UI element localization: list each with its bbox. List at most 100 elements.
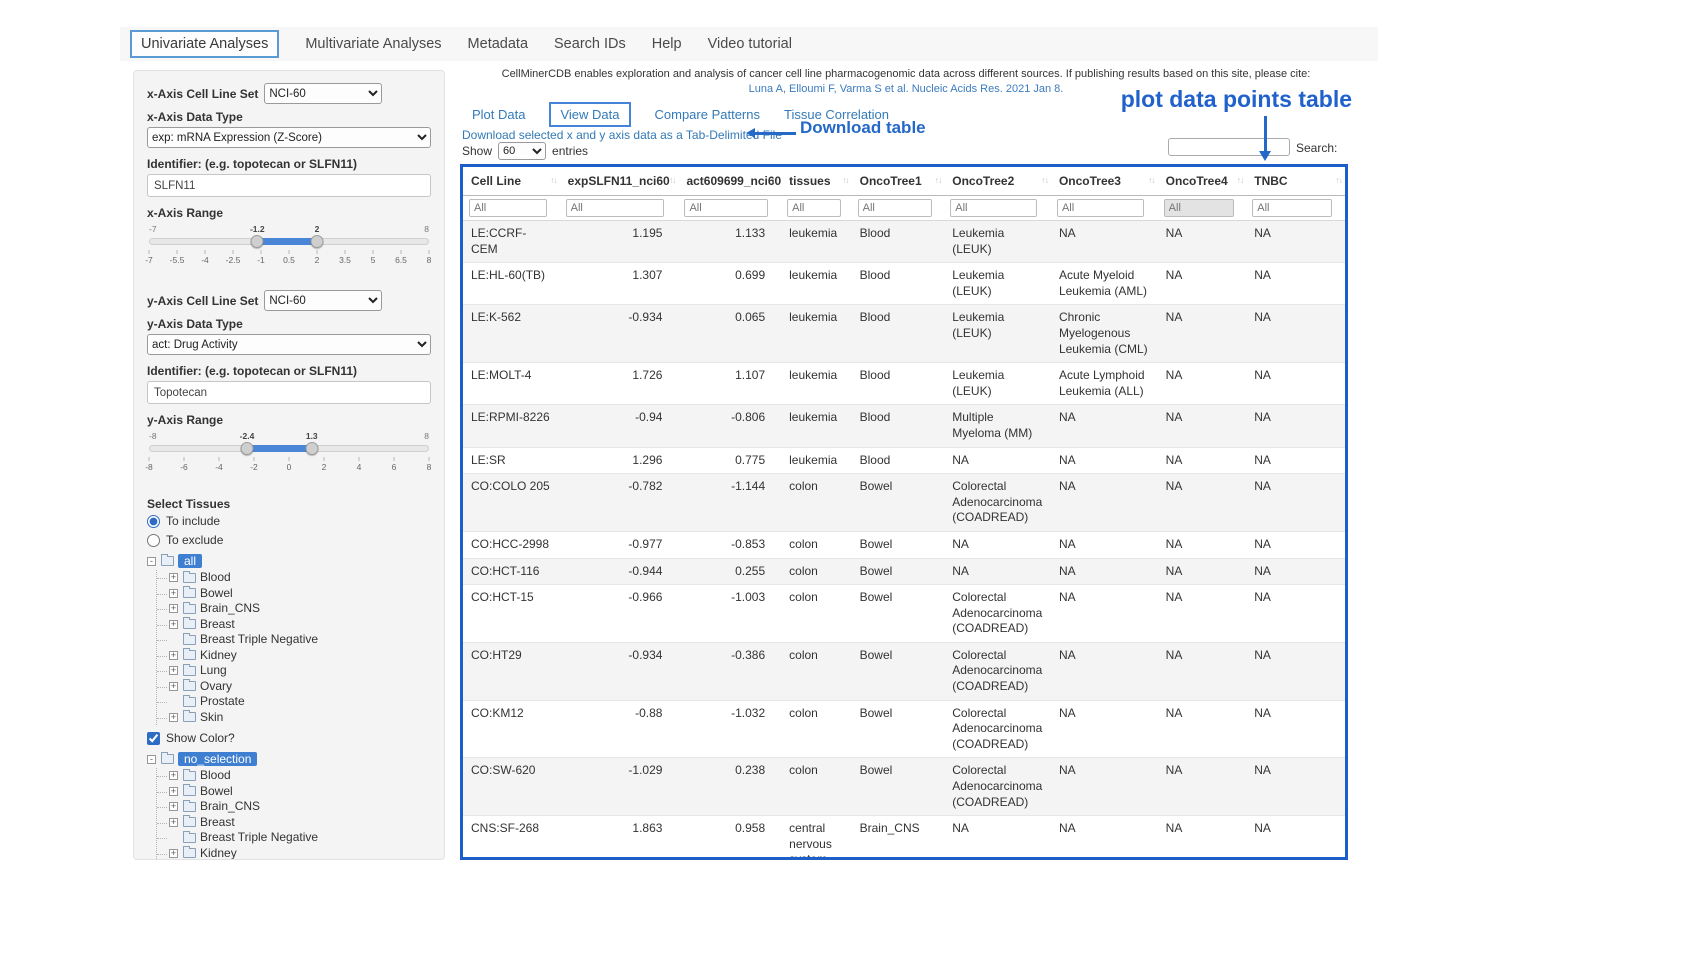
table-row[interactable]: CO:COLO 205-0.782-1.144colonBowelColorec…	[463, 474, 1345, 532]
x-axis-range-slider[interactable]: -7 8 -1.2 2 -7-5.5-4-2.5-10.523.556.58	[149, 224, 429, 280]
tree-item-brain-cns[interactable]: +Brain_CNS	[157, 799, 431, 815]
expand-icon[interactable]: +	[169, 713, 178, 722]
radio-to-exclude[interactable]: To exclude	[147, 533, 431, 547]
column-header-cell-line[interactable]: Cell Line↑↓	[463, 167, 560, 196]
tree-item-bowel[interactable]: +Bowel	[157, 586, 431, 602]
expand-icon[interactable]: +	[169, 802, 178, 811]
tree-root-label[interactable]: no_selection	[178, 752, 257, 766]
table-search-input[interactable]	[1168, 138, 1290, 156]
sort-icon[interactable]: ↑↓	[550, 175, 557, 185]
x-cell-line-set-select[interactable]: NCI-60	[264, 83, 382, 104]
tree-item-skin[interactable]: +Skin	[157, 710, 431, 726]
tree-item-breast-triple-negative[interactable]: Breast Triple Negative	[157, 632, 431, 648]
expand-icon[interactable]: +	[169, 849, 178, 858]
tree-item-breast[interactable]: +Breast	[157, 617, 431, 633]
tree-item-lung[interactable]: +Lung	[157, 663, 431, 679]
slider-handle-right[interactable]	[310, 235, 323, 248]
entries-count-select[interactable]: 60	[498, 142, 546, 160]
filter-input-tnbc[interactable]	[1252, 199, 1332, 217]
nav-tab-search-ids[interactable]: Search IDs	[554, 36, 626, 52]
column-header-oncotree2[interactable]: OncoTree2↑↓	[944, 167, 1051, 196]
y-axis-range-slider[interactable]: -8 8 -2.4 1.3 -8-6-4-202468	[149, 431, 429, 487]
filter-input-oncotree1[interactable]	[858, 199, 932, 217]
table-row[interactable]: LE:HL-60(TB)1.3070.699leukemiaBloodLeuke…	[463, 263, 1345, 305]
sort-icon[interactable]: ↑↓	[842, 175, 849, 185]
filter-input-cell-line[interactable]	[469, 199, 547, 217]
slider-handle-right[interactable]	[305, 442, 318, 455]
table-row[interactable]: CO:HT29-0.934-0.386colonBowelColorectal …	[463, 642, 1345, 700]
y-identifier-input[interactable]	[147, 381, 431, 404]
nav-tab-video-tutorial[interactable]: Video tutorial	[708, 36, 792, 52]
sort-icon[interactable]: ↑↓	[935, 175, 942, 185]
to-exclude-radio[interactable]	[147, 534, 160, 547]
column-header-tnbc[interactable]: TNBC↑↓	[1246, 167, 1345, 196]
collapse-icon[interactable]: -	[147, 755, 156, 764]
expand-icon[interactable]: +	[169, 589, 178, 598]
table-row[interactable]: LE:RPMI-8226-0.94-0.806leukemiaBloodMult…	[463, 405, 1345, 447]
column-header-oncotree1[interactable]: OncoTree1↑↓	[852, 167, 945, 196]
radio-to-include[interactable]: To include	[147, 514, 431, 528]
y-cell-line-set-select[interactable]: NCI-60	[264, 290, 382, 311]
filter-input-expslfn11-nci60[interactable]	[566, 199, 664, 217]
table-row[interactable]: CO:HCT-15-0.966-1.003colonBowelColorecta…	[463, 585, 1345, 643]
sort-icon[interactable]: ↑↓	[669, 175, 676, 185]
tree-item-kidney[interactable]: +Kidney	[157, 846, 431, 861]
sort-icon[interactable]: ↑↓	[1041, 175, 1048, 185]
tree-item-blood[interactable]: +Blood	[157, 768, 431, 784]
expand-icon[interactable]: +	[169, 682, 178, 691]
x-identifier-input[interactable]	[147, 174, 431, 197]
expand-icon[interactable]: +	[169, 604, 178, 613]
filter-input-tissues[interactable]	[787, 199, 841, 217]
filter-input-oncotree3[interactable]	[1057, 199, 1144, 217]
tab-plot-data[interactable]: Plot Data	[472, 107, 525, 122]
filter-input-act609699-nci60[interactable]	[684, 199, 767, 217]
nav-tab-univariate-analyses[interactable]: Univariate Analyses	[130, 30, 279, 58]
table-row[interactable]: CO:HCC-2998-0.977-0.853colonBowelNANANAN…	[463, 531, 1345, 558]
tree-item-kidney[interactable]: +Kidney	[157, 648, 431, 664]
tree-item-prostate[interactable]: Prostate	[157, 694, 431, 710]
slider-handle-left[interactable]	[251, 235, 264, 248]
expand-icon[interactable]: +	[169, 818, 178, 827]
table-row[interactable]: CO:SW-620-1.0290.238colonBowelColorectal…	[463, 758, 1345, 816]
sort-icon[interactable]: ↑↓	[1237, 175, 1244, 185]
slider-selected-bar[interactable]	[247, 445, 311, 452]
expand-icon[interactable]: +	[169, 651, 178, 660]
slider-handle-left[interactable]	[241, 442, 254, 455]
show-color-checkbox[interactable]	[147, 732, 160, 745]
tree-item-bowel[interactable]: +Bowel	[157, 784, 431, 800]
sort-icon[interactable]: ↑↓	[1148, 175, 1155, 185]
column-header-act609699-nci60[interactable]: act609699_nci60↑↓	[678, 167, 781, 196]
nav-tab-multivariate-analyses[interactable]: Multivariate Analyses	[305, 36, 441, 52]
tab-compare-patterns[interactable]: Compare Patterns	[655, 107, 761, 122]
expand-icon[interactable]: +	[169, 771, 178, 780]
sort-icon[interactable]: ↑↓	[1336, 175, 1343, 185]
x-data-type-select[interactable]: exp: mRNA Expression (Z-Score)	[147, 127, 431, 148]
table-row[interactable]: LE:CCRF-CEM1.1951.133leukemiaBloodLeukem…	[463, 221, 1345, 263]
expand-icon[interactable]: +	[169, 620, 178, 629]
table-row[interactable]: CNS:SF-2681.8630.958central nervous syst…	[463, 816, 1345, 860]
column-header-tissues[interactable]: tissues↑↓	[781, 167, 851, 196]
column-header-oncotree4[interactable]: OncoTree4↑↓	[1158, 167, 1247, 196]
nav-tab-help[interactable]: Help	[652, 36, 682, 52]
table-row[interactable]: CO:KM12-0.88-1.032colonBowelColorectal A…	[463, 700, 1345, 758]
table-row[interactable]: LE:SR1.2960.775leukemiaBloodNANANANA	[463, 447, 1345, 474]
nav-tab-metadata[interactable]: Metadata	[468, 36, 528, 52]
show-color-row[interactable]: Show Color?	[147, 731, 431, 745]
tree-item-breast[interactable]: +Breast	[157, 815, 431, 831]
filter-input-oncotree4[interactable]	[1164, 199, 1234, 217]
column-header-oncotree3[interactable]: OncoTree3↑↓	[1051, 167, 1158, 196]
table-row[interactable]: LE:MOLT-41.7261.107leukemiaBloodLeukemia…	[463, 363, 1345, 405]
to-include-radio[interactable]	[147, 515, 160, 528]
table-row[interactable]: CO:HCT-116-0.9440.255colonBowelNANANANA	[463, 558, 1345, 585]
tree-item-blood[interactable]: +Blood	[157, 570, 431, 586]
filter-input-oncotree2[interactable]	[950, 199, 1037, 217]
tree-item-ovary[interactable]: +Ovary	[157, 679, 431, 695]
download-tab-delimited-link[interactable]: Download selected x and y axis data as a…	[462, 128, 782, 142]
slider-track[interactable]	[149, 238, 429, 245]
expand-icon[interactable]: +	[169, 573, 178, 582]
tree-root-all[interactable]: -all	[147, 552, 431, 570]
table-row[interactable]: LE:K-562-0.9340.065leukemiaBloodLeukemia…	[463, 305, 1345, 363]
tree-root-no-selection[interactable]: - no_selection	[147, 750, 431, 768]
column-header-expslfn11-nci60[interactable]: expSLFN11_nci60↑↓	[560, 167, 679, 196]
tree-item-brain-cns[interactable]: +Brain_CNS	[157, 601, 431, 617]
